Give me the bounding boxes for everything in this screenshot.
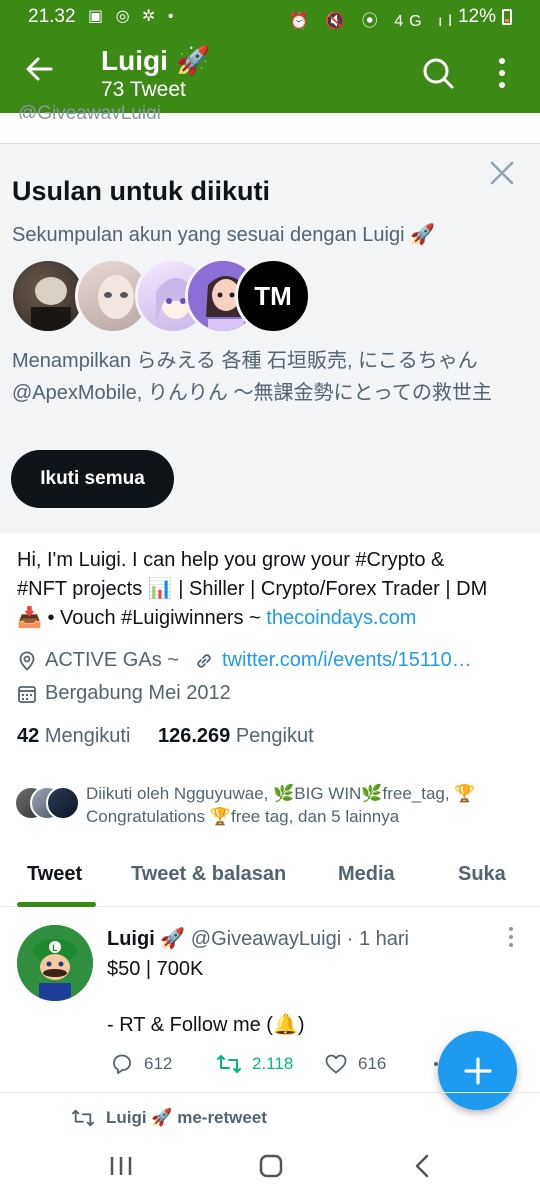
battery-icon — [502, 9, 512, 25]
retweet-indicator: Luigi 🚀 me-retweet — [70, 1107, 267, 1129]
location-text: ACTIVE GAs ~ — [45, 649, 179, 671]
home-icon[interactable] — [258, 1154, 284, 1178]
search-icon[interactable] — [422, 57, 454, 89]
reply-icon — [113, 1054, 131, 1074]
suggestions-title: Usulan untuk diikuti — [12, 176, 271, 206]
website-link[interactable]: twitter.com/i/events/15110… — [222, 649, 472, 672]
location-pin-icon — [19, 651, 35, 671]
retweet-icon — [217, 1055, 241, 1073]
suggestions-description: Menampilkan らみえる 各種 石垣販売, にこるちゃん @ApexMo… — [12, 345, 532, 409]
status-bar: 21.32 ▣ ◎ ✲ • ⏰ 🔇 ⦿ 4G ıl 12% — [0, 0, 540, 34]
tweet-text-line: $50 | 700K — [107, 958, 204, 980]
joined-text: Bergabung Mei 2012 — [45, 682, 231, 704]
bio-line: Hi, I'm Luigi. I can help you grow your … — [17, 549, 445, 571]
compose-tweet-button[interactable] — [438, 1031, 517, 1110]
retweet-small-icon — [71, 1109, 94, 1127]
close-icon[interactable] — [487, 158, 517, 188]
system-navigation-bar — [0, 1140, 540, 1200]
tweet-header: Luigi 🚀 @GiveawayLuigi · 1 hari — [107, 926, 409, 951]
avatar-logo-text: TM — [254, 280, 292, 311]
followed-by-text[interactable]: Diikuti oleh Ngguyuwae, 🌿BIG WIN🌿free_ta… — [86, 782, 526, 828]
status-time: 21.32 — [28, 6, 76, 27]
battery-level: 12% — [457, 6, 496, 27]
following-label: Mengikuti — [44, 725, 131, 747]
follow-all-button[interactable]: Ikuti semua — [11, 450, 174, 508]
back-nav-icon[interactable] — [412, 1154, 432, 1178]
tab-likes[interactable]: Suka — [458, 863, 506, 886]
following-count: 42 — [17, 725, 40, 747]
mutual-avatar — [46, 786, 80, 820]
recent-apps-icon[interactable] — [108, 1154, 134, 1178]
tweet-text-line — [107, 983, 507, 1011]
back-arrow-icon[interactable] — [24, 54, 54, 84]
bio-line: 📥 • Vouch #Luigiwinners ~ thecoindays.co… — [17, 604, 527, 633]
tab-tweet[interactable]: Tweet — [27, 863, 82, 886]
more-options-icon[interactable] — [491, 56, 513, 90]
followed-by-line: Congratulations 🏆free tag, dan 5 lainnya — [86, 807, 400, 826]
notification-icons: ▣ ◎ ✲ • — [88, 8, 178, 25]
apexmobile-avatar[interactable]: TM — [235, 258, 311, 334]
like-action[interactable]: 616 — [324, 1052, 386, 1076]
tweet-author-avatar[interactable]: L — [17, 925, 93, 1001]
followers-count-link[interactable]: 126.269 Pengikut — [158, 725, 314, 747]
retweet-indicator-text: Luigi 🚀 me-retweet — [106, 1108, 267, 1127]
retweet-count: 2.118 — [252, 1054, 294, 1073]
follow-counts: 42 Mengikuti 126.269 Pengikut — [17, 725, 314, 748]
reply-count: 612 — [144, 1054, 173, 1073]
tweet-author-name[interactable]: Luigi 🚀 — [107, 928, 185, 950]
bio-link[interactable]: thecoindays.com — [266, 607, 416, 629]
like-count: 616 — [358, 1054, 387, 1073]
profile-handle: @GiveawayLuigi — [18, 103, 161, 119]
calendar-icon — [18, 685, 36, 703]
header-title: Luigi 🚀 — [101, 45, 211, 76]
followed-by-avatars[interactable] — [14, 786, 84, 822]
tweet-author-handle[interactable]: @GiveawayLuigi — [191, 928, 341, 950]
location-row: ACTIVE GAs ~ — [17, 649, 179, 672]
heart-icon — [325, 1054, 347, 1074]
followed-by-line: Diikuti oleh Ngguyuwae, 🌿BIG WIN🌿free_ta… — [86, 784, 476, 803]
website-row[interactable]: twitter.com/i/events/15110… — [194, 649, 472, 672]
tweet-text: $50 | 700K - RT & Follow me (🔔) — [107, 955, 507, 1039]
system-icons: ⏰ 🔇 ⦿ 4G ıl — [289, 13, 458, 30]
joined-row: Bergabung Mei 2012 — [17, 682, 231, 705]
active-tab-indicator — [17, 902, 96, 907]
followers-count: 126.269 — [157, 725, 231, 747]
tweet-divider — [0, 1092, 540, 1093]
followers-label: Pengikut — [235, 725, 314, 747]
tab-media[interactable]: Media — [338, 863, 395, 886]
retweet-action[interactable]: 2.118 — [216, 1052, 293, 1076]
tweet-text-line: - RT & Follow me (🔔) — [107, 1014, 305, 1036]
reply-action[interactable]: 612 — [110, 1052, 172, 1076]
tweet-time: · 1 hari — [346, 928, 409, 950]
link-icon — [197, 653, 211, 668]
tab-tweet-replies[interactable]: Tweet & balasan — [131, 863, 286, 886]
profile-bio: Hi, I'm Luigi. I can help you grow your … — [17, 546, 527, 633]
suggestions-subtitle: Sekumpulan akun yang sesuai dengan Luigi… — [12, 224, 435, 246]
following-count-link[interactable]: 42 Mengikuti — [17, 725, 130, 747]
tweet-more-icon[interactable] — [505, 926, 517, 948]
svg-text:L: L — [52, 943, 58, 953]
suggestions-description-line: @ApexMobile, りんりん 〜無課金勢にとっての救世主 — [12, 382, 492, 404]
bio-line: #NFT projects 📊 | Shiller | Crypto/Forex… — [17, 578, 488, 600]
plus-icon — [463, 1056, 492, 1085]
header-tweet-count: 73 Tweet — [101, 78, 186, 101]
bio-text: 📥 • Vouch #Luigiwinners ~ — [17, 607, 267, 629]
suggestions-description-line: Menampilkan らみえる 各種 石垣販売, にこるちゃん — [12, 350, 478, 372]
